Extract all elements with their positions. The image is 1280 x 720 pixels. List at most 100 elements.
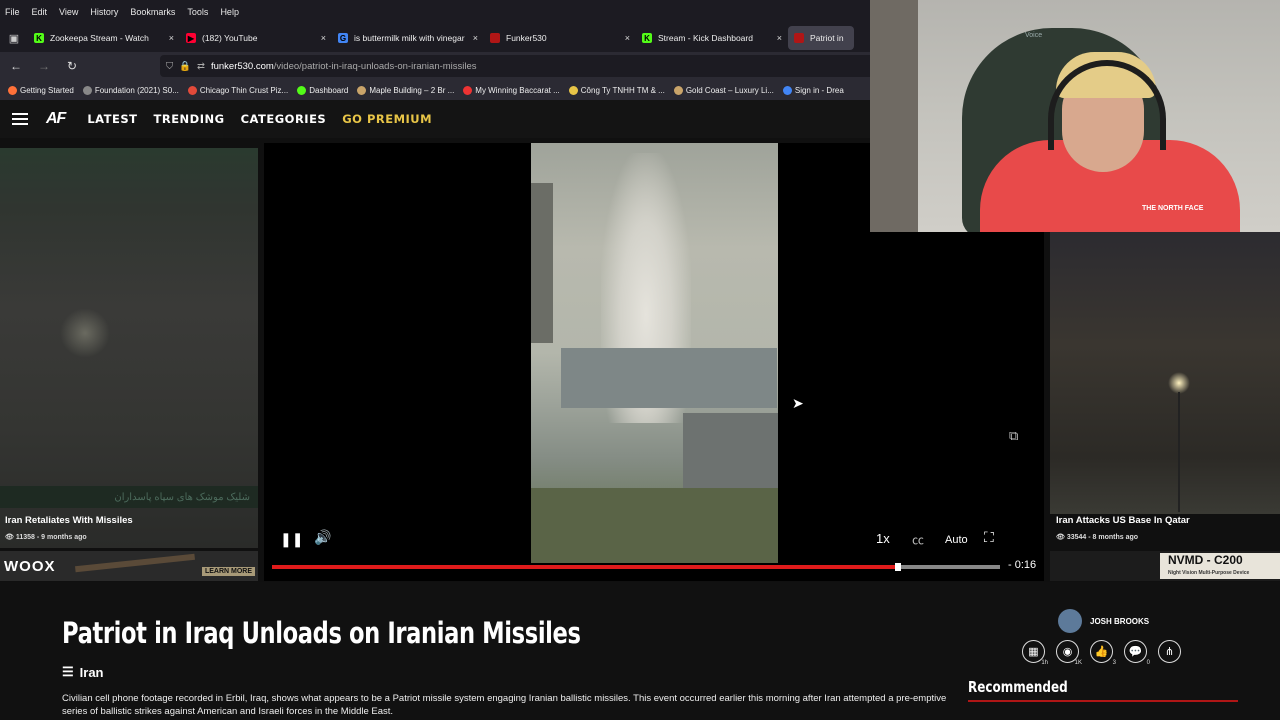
progress-knob[interactable] [895,563,902,571]
fullscreen-icon[interactable]: ⛶ [984,529,994,546]
ad-banner-right[interactable]: NVMD - C200 Night Vision Multi-Purpose D… [1050,551,1280,581]
mouse-cursor: ➤ [792,395,804,411]
bookmark-favicon-icon [357,85,367,95]
tab-close-icon[interactable]: × [625,33,630,43]
back-icon[interactable]: ← [4,54,28,78]
bookmark-label: My Winning Baccarat ... [475,85,560,95]
bookmark-item[interactable]: My Winning Baccarat ... [463,85,560,95]
browser-tab[interactable]: Patriot in [788,26,854,50]
related-video-meta-right: 👁 33544 - 8 months ago [1056,534,1139,541]
tab-close-icon[interactable]: × [321,33,326,43]
browser-tab[interactable]: K Stream - Kick Dashboard × [636,26,788,50]
related-video-title-right[interactable]: Iran Attacks US Base In Qatar [1056,515,1190,526]
comment-icon[interactable]: 💬 0 [1124,640,1150,666]
bookmark-favicon-icon [187,85,197,95]
stat-count: 1h [1041,660,1048,666]
bookmark-item[interactable]: Getting Started [8,85,74,95]
category-label: Iran [79,664,104,680]
author-avatar [1058,609,1082,633]
background-shelf [870,0,918,232]
learn-more-button[interactable]: LEARN MORE [201,567,255,576]
browser-tabbar: ▣ K Zookeepa Stream - Watch × ▶ (182) YouTub… [0,24,870,52]
bookmark-favicon-icon [463,85,473,95]
permissions-icon[interactable]: ⇄ [197,61,205,72]
menu-help[interactable]: Help [219,7,240,17]
browser-tab[interactable]: Gis buttermilk milk with vinegar × [332,26,484,50]
lock-icon[interactable]: 🔒 [179,61,191,72]
menu-file[interactable]: File [4,7,21,17]
eye-icon[interactable]: ◉ 1K [1056,640,1082,666]
calendar-icon-glyph: ▦ [1028,646,1039,658]
reload-icon[interactable]: ↻ [60,54,84,78]
bookmark-label: Gold Coast – Luxury Li... [685,85,774,95]
thumbnail-pole [1178,392,1180,512]
tab-title: Patriot in [810,33,844,43]
captions-icon[interactable]: ㏄ [912,531,924,548]
author-block[interactable]: JOSH BROOKS [1058,609,1149,633]
nav-categories[interactable]: CATEGORIES [241,112,327,126]
bookmark-favicon-icon [782,85,792,95]
url-host: funker530.com [210,60,274,72]
browser-tab[interactable]: Funker530 × [484,26,636,50]
bookmark-favicon-icon [82,85,92,95]
article-stats: ▦ 1h ◉ 1K 👍 3 💬 0 ⋔ [1022,640,1181,666]
nav-go-premium[interactable]: GO PREMIUM [342,112,432,126]
bookmark-favicon-icon [297,85,307,95]
menu-history[interactable]: History [89,7,119,17]
playback-speed[interactable]: 1x [876,531,890,546]
related-video-thumbnail-right[interactable] [1050,232,1280,514]
share-icon[interactable]: ⋔ [1158,640,1181,663]
site-header: AF LATEST TRENDING CATEGORIES GO PREMIUM [0,100,870,138]
tab-list-icon[interactable]: ▣ [0,24,28,52]
ad-subtitle: Night Vision Multi-Purpose Device [1168,570,1250,576]
bookmark-item[interactable]: Dashboard [297,85,348,95]
hamburger-menu-icon[interactable] [12,113,28,125]
url-path: /video/patriot-in-iraq-unloads-on-irania… [273,60,477,72]
bookmark-label: Getting Started [20,85,74,95]
rifle-image [75,553,195,573]
bookmark-item[interactable]: Maple Building – 2 Br ... [357,85,454,95]
browser-navbar: ← → ↻ ⛉ 🔒 ⇄ funker530.com/video/patriot-… [0,52,880,80]
tab-close-icon[interactable]: × [777,33,782,43]
bookmark-item[interactable]: Chicago Thin Crust Piz... [187,85,288,95]
related-video-title-left[interactable]: Iran Retaliates With Missiles [5,515,133,526]
shield-icon[interactable]: ⛉ [166,61,173,72]
bookmark-item[interactable]: Sign in - Drea [782,85,844,95]
menu-view[interactable]: View [58,7,79,17]
thumbs-up-icon[interactable]: 👍 3 [1090,640,1116,666]
bookmark-item[interactable]: Công Ty TNHH TM & ... [568,85,665,95]
thumbs-up-icon-glyph: 👍 [1094,646,1109,658]
browser-tab[interactable]: K Zookeepa Stream - Watch × [28,26,180,50]
tab-close-icon[interactable]: × [473,33,478,43]
bookmark-item[interactable]: Gold Coast – Luxury Li... [673,85,774,95]
progress-fill [272,565,899,569]
forward-icon[interactable]: → [32,54,56,78]
menu-edit[interactable]: Edit [31,7,49,17]
tab-close-icon[interactable]: × [169,33,174,43]
tab-favicon-icon: ▶ [186,33,196,43]
bookmark-label: Foundation (2021) S0... [94,85,179,95]
browser-tab[interactable]: ▶ (182) YouTube × [180,26,332,50]
menu-bookmarks[interactable]: Bookmarks [129,7,176,17]
nav-trending[interactable]: TRENDING [154,112,225,126]
bookmark-item[interactable]: Foundation (2021) S0... [82,85,179,95]
volume-icon[interactable]: 🔊 [314,529,331,546]
menu-tools[interactable]: Tools [186,7,209,17]
recommended-underline [968,700,1238,702]
building-left [531,183,553,343]
tab-favicon-icon: K [34,33,44,43]
quality-selector[interactable]: Auto [945,534,968,546]
tab-title: (182) YouTube [202,33,258,43]
related-video-thumbnail-left[interactable]: شلیک موشک های سپاه پاسداران [0,148,258,548]
video-progress-bar[interactable] [272,563,1000,571]
video-frame [531,143,778,563]
ad-banner-left[interactable]: WOOX LEARN MORE [0,551,258,581]
article-category[interactable]: ☰ Iran [62,664,104,680]
calendar-icon[interactable]: ▦ 1h [1022,640,1048,666]
url-bar[interactable]: ⛉ 🔒 ⇄ funker530.com/video/patriot-in-ira… [160,55,880,77]
ad-brand-woox: WOOX [4,557,56,575]
picture-in-picture-icon[interactable]: ⧉ [1009,428,1018,444]
nav-latest[interactable]: LATEST [87,112,137,126]
pause-icon[interactable]: ❚❚ [280,531,303,548]
site-logo[interactable]: AF [46,110,66,128]
